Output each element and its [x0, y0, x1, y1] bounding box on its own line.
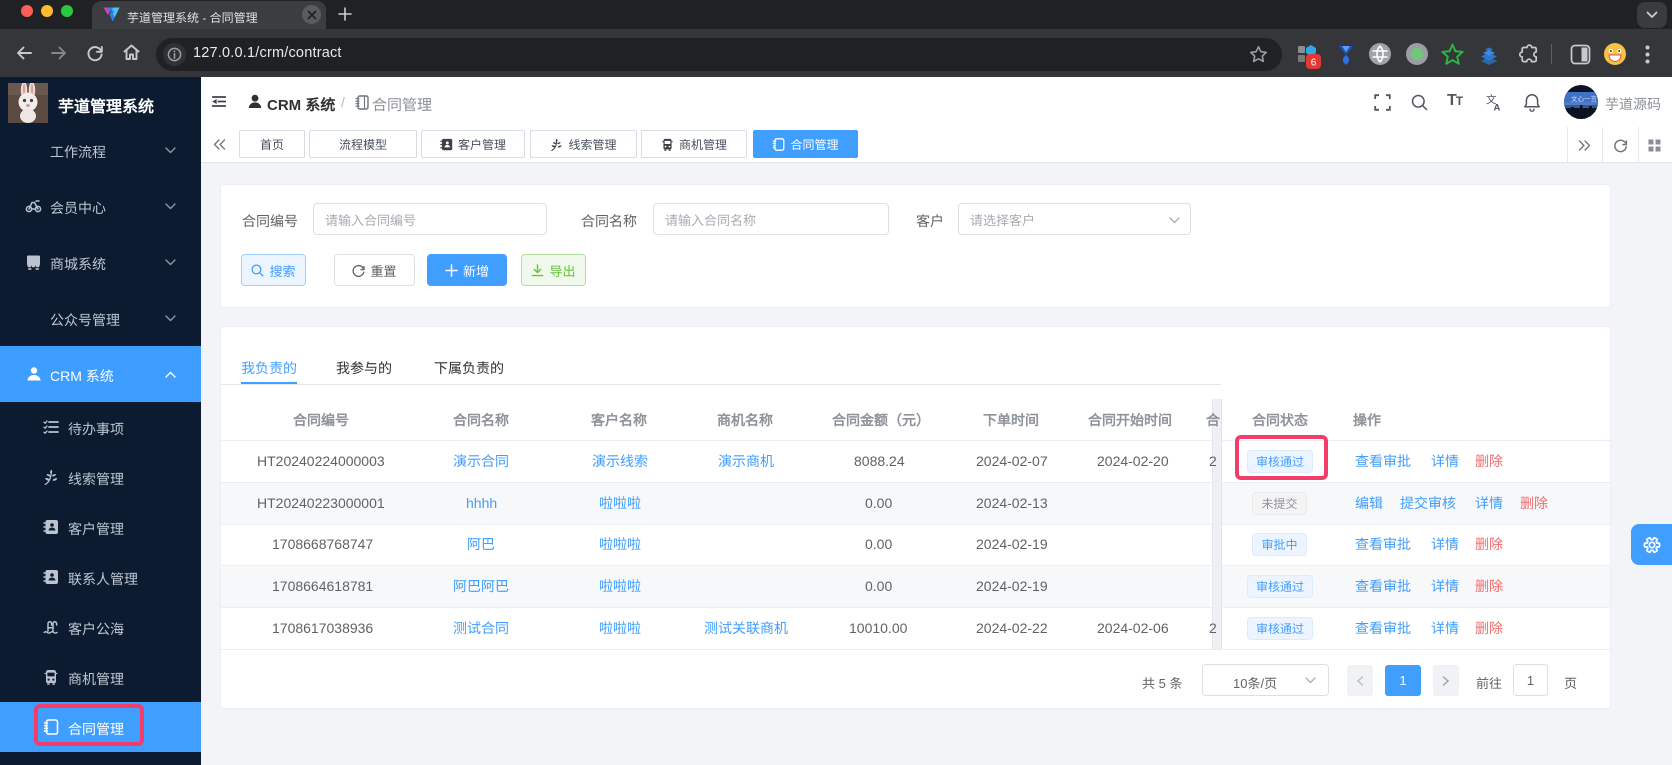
svg-text:文心一言: 文心一言 [1571, 94, 1598, 103]
svg-text:6: 6 [1311, 58, 1317, 69]
svg-text:A: A [1494, 103, 1501, 113]
